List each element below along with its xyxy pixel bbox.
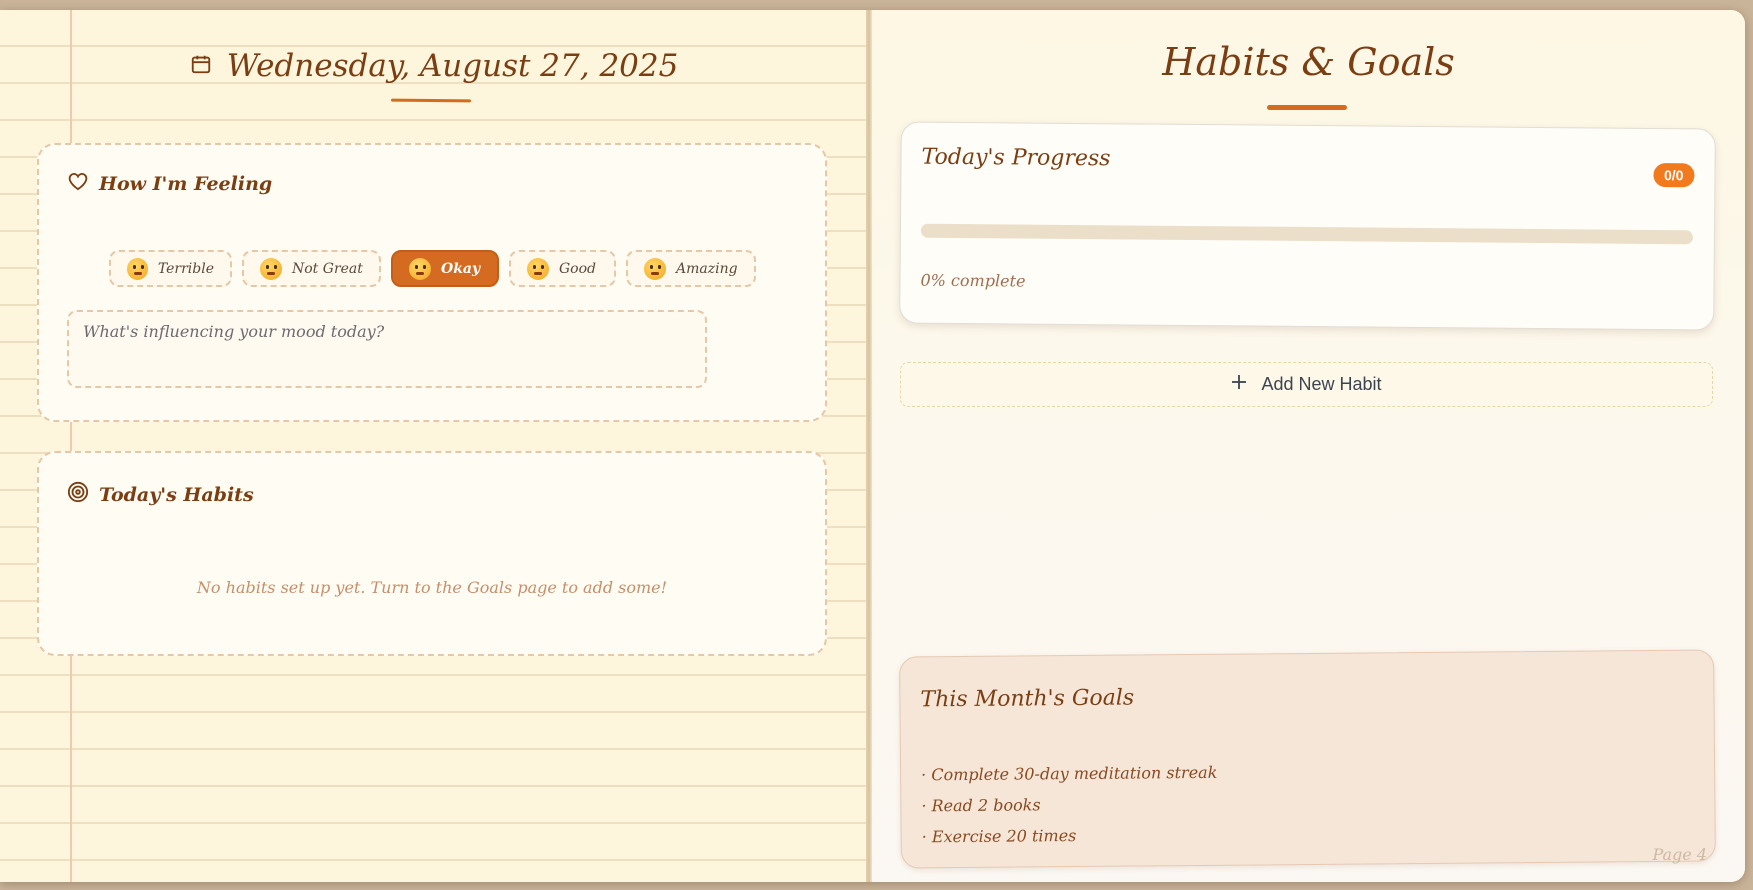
feeling-title: How I'm Feeling xyxy=(67,171,272,196)
habits-card: Today's Habits No habits set up yet. Tur… xyxy=(37,451,827,656)
add-habit-label: Add New Habit xyxy=(1261,374,1382,394)
feeling-card: How I'm Feeling Terrible Not Great Okay … xyxy=(37,143,827,422)
mood-label: Terrible xyxy=(157,260,214,277)
progress-title: Today's Progress xyxy=(921,144,1111,172)
mood-terrible-button[interactable]: Terrible xyxy=(109,250,232,287)
mood-label: Not Great xyxy=(292,260,363,277)
amazing-emoji-icon xyxy=(644,257,666,280)
date-header: Wednesday, August 27, 2025 xyxy=(0,48,868,84)
mood-label: Okay xyxy=(441,260,481,277)
mood-not-great-button[interactable]: Not Great xyxy=(242,250,381,287)
progress-percent: 0% complete xyxy=(920,270,1026,291)
mood-amazing-button[interactable]: Amazing xyxy=(626,250,756,287)
page-number: Page 4 xyxy=(1652,845,1707,864)
progress-bar xyxy=(920,223,1693,245)
goals-page-title: Habits & Goals xyxy=(1162,40,1455,84)
page-date: Wednesday, August 27, 2025 xyxy=(226,48,679,84)
progress-card: Today's Progress 0/0 0% complete xyxy=(899,121,1716,331)
mood-okay-button[interactable]: Okay xyxy=(391,250,499,287)
terrible-emoji-icon xyxy=(127,257,148,280)
date-underline xyxy=(390,98,472,103)
goal-item: Exercise 20 times xyxy=(922,819,1218,853)
month-goals-title: This Month's Goals xyxy=(920,685,1135,713)
mood-good-button[interactable]: Good xyxy=(509,250,616,287)
not-great-emoji-icon xyxy=(260,257,282,280)
okay-emoji-icon xyxy=(409,257,431,280)
habits-title-text: Today's Habits xyxy=(99,483,254,506)
feeling-title-text: How I'm Feeling xyxy=(99,172,273,195)
good-emoji-icon xyxy=(527,257,549,280)
calendar-icon xyxy=(190,53,212,79)
margin-line xyxy=(70,10,72,882)
goals-title-underline xyxy=(1267,105,1347,110)
progress-badge: 0/0 xyxy=(1652,163,1695,188)
month-goals-card: This Month's Goals Complete 30-day medit… xyxy=(899,649,1716,869)
habits-title: Today's Habits xyxy=(67,481,254,508)
goal-item: Complete 30-day meditation streak xyxy=(921,757,1217,791)
mood-selector: Terrible Not Great Okay Good Amazing xyxy=(109,250,756,287)
goal-item: Read 2 books xyxy=(921,788,1217,822)
heart-icon xyxy=(67,171,89,196)
plus-icon xyxy=(1231,374,1247,395)
month-goals-list: Complete 30-day meditation streak Read 2… xyxy=(921,757,1218,853)
mood-label: Good xyxy=(559,260,597,277)
mood-note-input[interactable]: What's influencing your mood today? xyxy=(67,310,707,388)
left-page: Wednesday, August 27, 2025 How I'm Feeli… xyxy=(0,10,868,882)
add-habit-button[interactable]: Add New Habit xyxy=(900,362,1713,407)
mood-label: Amazing xyxy=(676,260,738,277)
journal-book: Wednesday, August 27, 2025 How I'm Feeli… xyxy=(0,10,1745,882)
target-icon xyxy=(67,481,89,508)
habits-empty-message: No habits set up yet. Turn to the Goals … xyxy=(196,578,668,597)
